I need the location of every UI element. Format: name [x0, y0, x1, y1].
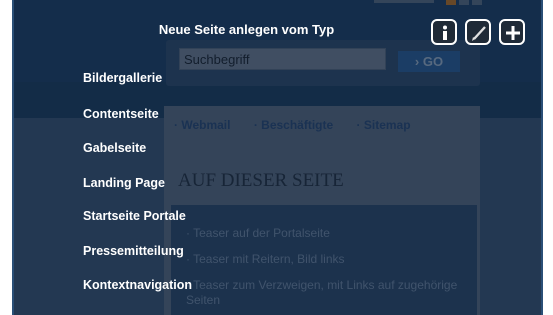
page-type-contentseite[interactable]: Contentseite: [83, 107, 159, 121]
website-viewport: › GO · Webmail · Beschäftigte · Sitemap …: [12, 0, 543, 315]
info-button[interactable]: [431, 19, 457, 45]
info-icon: [443, 25, 447, 40]
page-type-landing-page[interactable]: Landing Page: [83, 176, 165, 190]
new-page-type-overlay: Neue Seite anlegen vom Typ Bildergalleri…: [14, 0, 541, 315]
page-type-bildergallerie[interactable]: Bildergallerie: [83, 71, 162, 85]
overlay-title: Neue Seite anlegen vom Typ: [158, 22, 335, 37]
page-type-startseite-portale[interactable]: Startseite Portale: [83, 209, 186, 223]
add-plus-icon: [506, 26, 520, 40]
page-type-pressemitteilung[interactable]: Pressemitteilung: [83, 244, 184, 258]
add-button[interactable]: [499, 19, 525, 45]
edit-pencil-icon: [472, 26, 486, 41]
screenshot-frame: › GO · Webmail · Beschäftigte · Sitemap …: [0, 0, 553, 315]
page-type-gabelseite[interactable]: Gabelseite: [83, 141, 146, 155]
edit-button[interactable]: [465, 19, 491, 45]
page-type-kontextnavigation[interactable]: Kontextnavigation: [83, 278, 192, 292]
